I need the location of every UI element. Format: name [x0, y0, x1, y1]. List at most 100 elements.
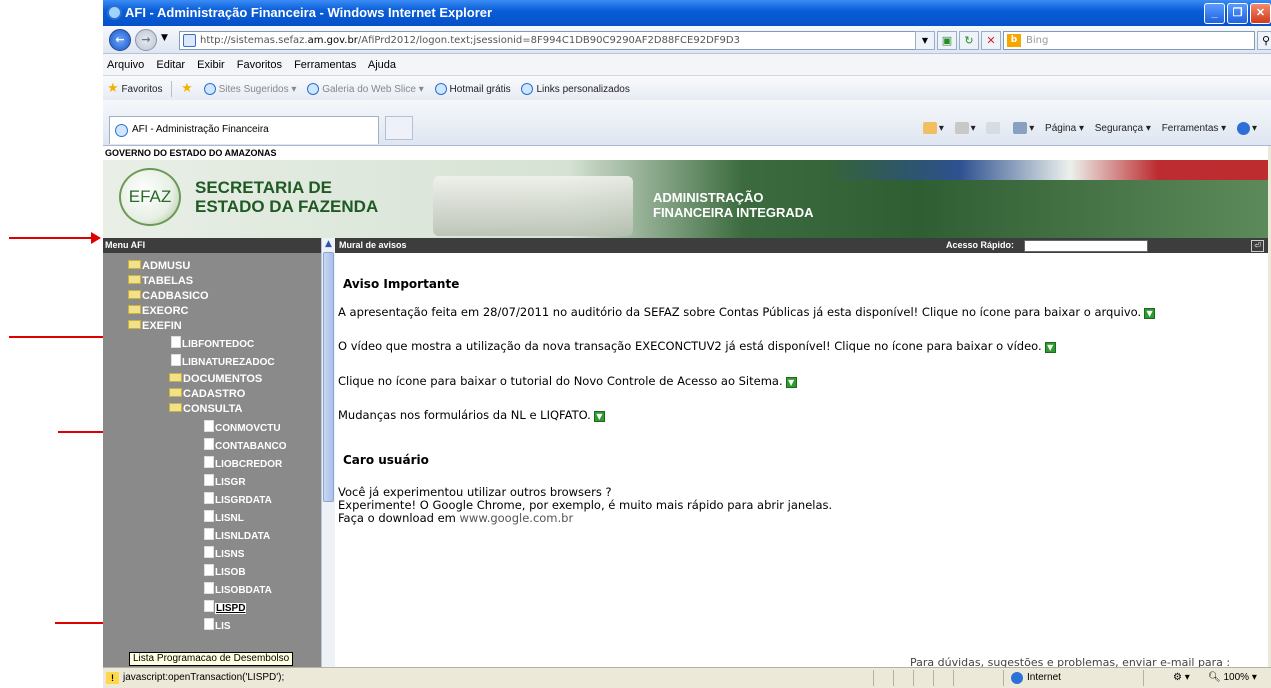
support-hint: Para dúvidas, sugestões e problemas, env… — [910, 656, 1231, 667]
favorites-bar: ★ Favoritos ★ Sites Sugeridos ▾ Galeria … — [103, 76, 1271, 100]
search-icon[interactable]: ⚲ — [1257, 31, 1271, 50]
page-icon — [183, 34, 196, 47]
gov-header: GOVERNO DO ESTADO DO AMAZONAS — [103, 146, 1268, 160]
scroll-up-icon[interactable]: ▲ — [323, 238, 334, 250]
home-icon[interactable] — [922, 122, 937, 135]
favorites-button[interactable]: Favoritos — [121, 84, 162, 95]
tree-libfontedoc[interactable]: LIBFONTEDOC — [171, 336, 254, 352]
help-icon[interactable] — [1236, 121, 1250, 135]
document-icon — [204, 564, 214, 576]
document-icon — [204, 492, 214, 504]
url-dropdown-icon[interactable]: ▼ — [915, 31, 935, 50]
close-button[interactable]: ✕ — [1250, 3, 1271, 24]
tree-consulta[interactable]: CONSULTA — [169, 402, 242, 416]
print-icon[interactable] — [1013, 122, 1028, 135]
quick-access-go-icon[interactable]: ⏎ — [1251, 240, 1264, 252]
tree-admusu[interactable]: ADMUSU — [128, 259, 190, 273]
status-text: javascript:openTransaction('LISPD'); — [123, 672, 285, 683]
download-icon[interactable]: ▼ — [593, 411, 605, 422]
google-link[interactable]: www.google.com.br — [460, 511, 574, 525]
page-menu[interactable]: Página ▾ — [1045, 123, 1084, 134]
menu-ferramentas[interactable]: Ferramentas — [294, 59, 356, 71]
ie-tab-icon — [115, 124, 128, 137]
protected-mode-icon[interactable]: ⚙ ▾ — [1173, 668, 1190, 688]
refresh-icon[interactable]: ↻ — [959, 31, 979, 50]
divider — [873, 670, 874, 686]
window-title: AFI - Administração Financeira - Windows… — [125, 5, 493, 20]
zoom-level[interactable]: 🔍︎ 100% ▾ — [1208, 668, 1257, 688]
document-icon — [204, 438, 214, 450]
search-input[interactable]: b Bing — [1003, 31, 1255, 50]
document-icon — [204, 546, 214, 558]
title-bar[interactable]: AFI - Administração Financeira - Windows… — [103, 0, 1271, 26]
tree-exefin[interactable]: EXEFIN — [128, 319, 182, 333]
fav-sites-sugeridos[interactable]: Sites Sugeridos ▾ — [219, 84, 297, 95]
security-menu[interactable]: Segurança ▾ — [1095, 123, 1151, 134]
annotation-gutter — [0, 0, 103, 688]
quick-access-input[interactable] — [1024, 240, 1148, 252]
mail-icon[interactable] — [986, 122, 1001, 135]
minimize-button[interactable]: _ — [1204, 3, 1225, 24]
tree-lisns[interactable]: LISNS — [204, 546, 244, 562]
tree-cadastro[interactable]: CADASTRO — [169, 387, 245, 401]
tree-tabelas[interactable]: TABELAS — [128, 274, 193, 288]
tree-libnaturezadoc[interactable]: LIBNATUREZADOC — [171, 354, 275, 370]
document-icon — [204, 420, 214, 432]
flag-graphic — [828, 160, 1268, 180]
maximize-button[interactable]: ❐ — [1227, 3, 1248, 24]
tree-liobcredor[interactable]: LIOBCREDOR — [204, 456, 282, 472]
tree-lisnldata[interactable]: LISNLDATA — [204, 528, 270, 544]
add-favorite-icon[interactable]: ★ — [181, 80, 193, 95]
menu-scrollbar[interactable]: ▲ — [321, 238, 335, 667]
tree-documentos[interactable]: DOCUMENTOS — [169, 372, 262, 386]
stop-icon[interactable]: ✕ — [981, 31, 1001, 50]
tree-lis-partial[interactable]: LIS — [204, 618, 231, 634]
back-button[interactable]: ← — [109, 29, 131, 51]
forward-button[interactable]: → — [135, 29, 157, 51]
tree-contabanco[interactable]: CONTABANCO — [204, 438, 286, 454]
quick-access-label: Acesso Rápido: — [946, 240, 1015, 250]
folder-icon — [128, 275, 141, 284]
menu-editar[interactable]: Editar — [156, 59, 185, 71]
menu-arquivo[interactable]: Arquivo — [107, 59, 144, 71]
tree-lisnl[interactable]: LISNL — [204, 510, 244, 526]
ie-icon — [107, 5, 122, 20]
tab-bar: AFI - Administração Financeira ▾ ▾ ▾ Pág… — [103, 100, 1271, 146]
tree-exeorc[interactable]: EXEORC — [128, 304, 188, 318]
feeds-icon[interactable] — [954, 122, 969, 135]
document-icon — [204, 582, 214, 594]
new-tab-button[interactable] — [385, 116, 413, 140]
divider — [1143, 670, 1144, 686]
history-dropdown-icon[interactable]: ▼ — [161, 33, 168, 43]
command-bar: ▾ ▾ ▾ Página ▾ Segurança ▾ Ferramentas ▾… — [915, 118, 1257, 140]
tree-lisgrdata[interactable]: LISGRDATA — [204, 492, 272, 508]
tree-cadbasico[interactable]: CADBASICO — [128, 289, 209, 303]
tree-lispd[interactable]: LISPD — [204, 600, 247, 616]
tab-afi[interactable]: AFI - Administração Financeira — [109, 116, 379, 144]
tree-conmovctu[interactable]: CONMOVCTU — [204, 420, 281, 436]
scroll-thumb[interactable] — [323, 252, 334, 502]
download-icon[interactable]: ▼ — [1044, 342, 1056, 353]
status-bar: ! javascript:openTransaction('LISPD'); I… — [103, 667, 1271, 688]
download-icon[interactable]: ▼ — [785, 377, 797, 388]
compatibility-icon[interactable]: ▣ — [937, 31, 957, 50]
divider — [171, 81, 173, 98]
menu-favoritos[interactable]: Favoritos — [237, 59, 282, 71]
fav-galeria-web-slice[interactable]: Galeria do Web Slice ▾ — [322, 84, 424, 95]
url-field[interactable]: http://sistemas.sefaz.am.gov.br/AfiPrd20… — [179, 31, 933, 50]
download-icon[interactable]: ▼ — [1144, 308, 1156, 319]
tree-lisgr[interactable]: LISGR — [204, 474, 246, 490]
favorites-star-icon: ★ — [107, 80, 119, 95]
fav-hotmail[interactable]: Hotmail grátis — [450, 84, 511, 95]
fav-links[interactable]: Links personalizados — [536, 84, 629, 95]
ie-page-icon — [521, 83, 534, 96]
tools-menu[interactable]: Ferramentas ▾ — [1162, 123, 1226, 134]
tree-lisobdata[interactable]: LISOBDATA — [204, 582, 272, 598]
document-icon — [204, 600, 214, 612]
menu-ajuda[interactable]: Ajuda — [368, 59, 396, 71]
menu-header: Menu AFI — [103, 238, 321, 253]
security-zone[interactable]: Internet — [1027, 668, 1061, 688]
tree-lisob[interactable]: LISOB — [204, 564, 246, 580]
browser-tip-2: Experimente! O Google Chrome, por exempl… — [338, 498, 833, 512]
menu-exibir[interactable]: Exibir — [197, 59, 225, 71]
